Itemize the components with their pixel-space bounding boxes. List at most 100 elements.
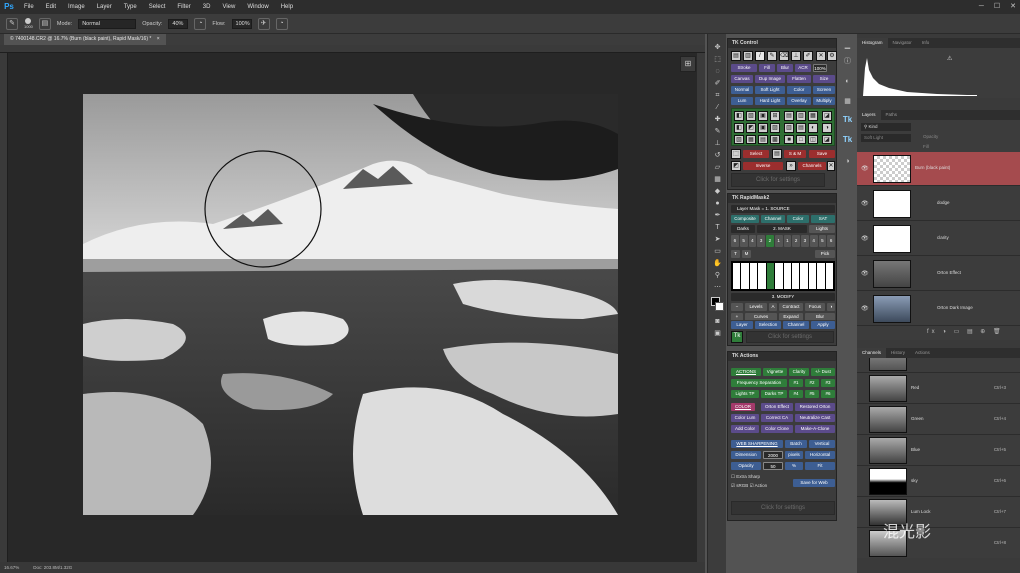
photo-filter-icon[interactable]: ◐ (808, 123, 818, 133)
color-clone-button[interactable]: Color Clone (761, 425, 793, 433)
background-color-swatch[interactable] (715, 302, 724, 311)
dust-button[interactable]: +/- Dust (811, 368, 835, 376)
gray-mask-icon[interactable]: ◫ (808, 135, 818, 144)
document-image[interactable] (83, 94, 618, 515)
brush-tool-icon[interactable]: ✎ (6, 17, 18, 30)
blend-mode-select[interactable]: Soft Light (861, 134, 911, 142)
click-for-settings-2[interactable]: Click for settings (746, 331, 834, 343)
neutralize-cast-button[interactable]: Neutralize Cast (795, 414, 835, 422)
healing-tool-icon[interactable]: ✚ (708, 114, 727, 126)
settings-icon[interactable]: ⚙ (827, 51, 837, 61)
mask-slider-7[interactable] (783, 263, 791, 289)
click-for-settings-3[interactable]: Click for settings (731, 501, 835, 515)
channel-row-sky[interactable]: sky Ctrl+6 (857, 466, 1020, 497)
levels-modify-button[interactable]: Levels (745, 303, 767, 311)
menu-layer[interactable]: Layer (91, 0, 118, 14)
horizontal-button[interactable]: Horizontal (805, 451, 835, 459)
action-6-button[interactable]: #6 (821, 390, 835, 398)
flatten-button[interactable]: Flatten (787, 75, 811, 83)
restored-orton-button[interactable]: Restored Orton (795, 403, 835, 411)
levels-icon[interactable]: ◧ (734, 123, 744, 133)
channel-row-lum-lock[interactable]: Lum Lock Ctrl+7 (857, 497, 1020, 528)
dup-image-button[interactable]: Dup Image (755, 75, 785, 83)
extra-sharp-checkbox[interactable]: ☐ Extra Sharp (731, 473, 781, 481)
frequency-separation-button[interactable]: Frequency Separation (731, 379, 787, 387)
menu-select[interactable]: Select (143, 0, 172, 14)
visibility-eye-icon[interactable]: 👁 (861, 270, 869, 277)
swatches-dock-icon[interactable]: ▦ (839, 96, 856, 108)
overlay-blend-button[interactable]: Overlay (787, 97, 811, 105)
pen-icon[interactable]: ✎ (767, 51, 777, 61)
visibility-eye-icon[interactable]: 👁 (861, 165, 869, 172)
mask-apply-icon[interactable]: ◪ (822, 111, 832, 121)
brush-panel-icon[interactable]: ▤ (38, 17, 51, 30)
range-light-5[interactable]: 5 (818, 235, 827, 247)
inverse-button[interactable]: Inverse (743, 162, 783, 170)
menu-edit[interactable]: Edit (40, 0, 62, 14)
crop-tool-icon[interactable]: ⌗ (708, 90, 727, 102)
black-mask-icon[interactable]: ■ (784, 135, 794, 144)
m-button[interactable]: M (742, 250, 751, 258)
close-channels-icon[interactable]: ✕ (827, 161, 835, 171)
type-tool-icon[interactable]: T (708, 222, 727, 234)
mask-slider-12[interactable] (825, 263, 834, 289)
pen-tool-icon[interactable]: ✒ (708, 210, 727, 222)
dodge-tool-icon[interactable]: ● (708, 198, 727, 210)
move-tool-icon[interactable]: ✥ (708, 42, 727, 54)
mask-slider-4[interactable] (758, 263, 766, 289)
half-circle-icon[interactable]: ◑ (827, 303, 835, 311)
vibrance-icon[interactable]: ▨ (770, 123, 780, 133)
new-layer-icon[interactable]: ▥ (743, 51, 753, 61)
range-dark-5[interactable]: 5 (739, 235, 748, 247)
marquee-tool-icon[interactable]: ⬚ (708, 54, 727, 66)
maximize-button[interactable]: ☐ (994, 0, 1000, 14)
mask-slider-5[interactable] (766, 263, 775, 289)
pick-button[interactable]: Pick (815, 250, 835, 258)
tab-histogram[interactable]: Histogram (857, 38, 888, 48)
layer-row-dodge[interactable]: 👁 dodge (857, 187, 1020, 221)
menu-filter[interactable]: Filter (171, 0, 196, 14)
acr-button[interactable]: ACR (795, 64, 811, 72)
clone-stamp-tool-icon[interactable]: ⊥ (708, 138, 727, 150)
tab-info[interactable]: Info (917, 38, 935, 48)
hue-icon[interactable]: ▣ (758, 123, 768, 133)
group-icon[interactable]: ▣ (758, 111, 768, 121)
color-source-button[interactable]: Color (787, 215, 809, 223)
channel-row-rgb[interactable] (857, 358, 1020, 373)
range-dark-2[interactable]: 2 (766, 235, 774, 247)
tk-dock-icon[interactable]: Tk (839, 114, 856, 126)
selection-icon[interactable]: ⬚ (731, 149, 741, 159)
close-button[interactable]: ✕ (1010, 0, 1016, 14)
properties-panel-icon[interactable]: ⊞ (680, 56, 696, 72)
clarity-button[interactable]: Clarity (789, 368, 809, 376)
mask-slider-3[interactable] (749, 263, 758, 289)
range-light-6[interactable]: 6 (827, 235, 835, 247)
color-dock-icon[interactable]: ◐ (839, 76, 856, 88)
lum-blend-button[interactable]: Lum (731, 97, 753, 105)
apply-button[interactable]: Apply (811, 321, 835, 329)
more-tools-icon[interactable]: ⋯ (708, 282, 727, 294)
vertical-button[interactable]: Vertical (809, 440, 835, 448)
document-tab[interactable]: © 7400148.CR2 @ 16.7% (Burn (black paint… (4, 34, 166, 45)
save-button[interactable]: Save (809, 150, 835, 158)
fit-button[interactable]: Fit (805, 462, 835, 470)
range-light-3[interactable]: 3 (801, 235, 809, 247)
path-select-tool-icon[interactable]: ➤ (708, 234, 727, 246)
selection-output-button[interactable]: Selection (755, 321, 781, 329)
tab-navigator[interactable]: Navigator (888, 38, 917, 48)
percent-field[interactable]: 100% (813, 64, 827, 72)
multiply-blend-button[interactable]: Multiply (813, 97, 835, 105)
darks-tp-button[interactable]: Darks TP (761, 390, 787, 398)
normal-blend-button[interactable]: Normal (731, 86, 753, 94)
color-swatches[interactable] (708, 294, 726, 316)
adjustments-dock-icon[interactable]: ◑ (839, 156, 856, 168)
layer-row-orton[interactable]: 👁 Orton Effect (857, 257, 1020, 291)
zoom-level[interactable]: 16.67% (4, 565, 19, 570)
range-dark-6[interactable]: 6 (731, 235, 739, 247)
range-light-1[interactable]: 1 (783, 235, 792, 247)
range-light-2[interactable]: 2 (792, 235, 800, 247)
hard-light-button[interactable]: Hard Light (755, 97, 785, 105)
mask-slider-11[interactable] (817, 263, 825, 289)
info-dock-icon[interactable]: ⓘ (839, 56, 856, 68)
airbrush-icon[interactable]: ✈ (257, 17, 270, 30)
